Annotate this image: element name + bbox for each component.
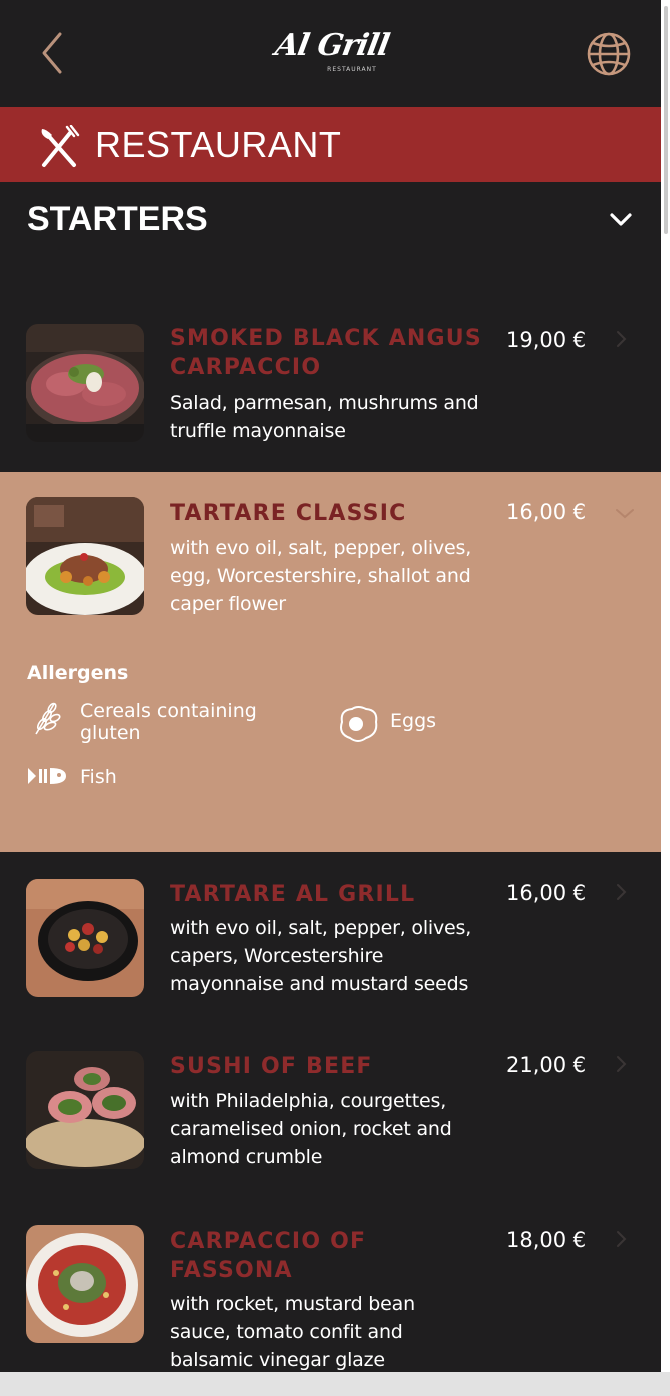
back-button[interactable] bbox=[34, 28, 74, 78]
app-screen: Al Grill RESTAURANT RESTAURANT STARTERS … bbox=[0, 0, 661, 1372]
logo-subtext: RESTAURANT bbox=[327, 66, 377, 73]
allergen-label: Eggs bbox=[390, 710, 437, 732]
item-name: TARTARE CLASSIC bbox=[170, 501, 407, 526]
item-description: with evo oil, salt, pepper, olives, cape… bbox=[170, 917, 472, 995]
allergen-fish: Fish bbox=[26, 764, 166, 812]
item-description: Salad, parmesan, mushrums and truffle ma… bbox=[170, 392, 479, 442]
dish-photo bbox=[26, 879, 144, 997]
chevron-down-icon bbox=[610, 213, 632, 226]
egg-icon bbox=[340, 706, 378, 742]
menu-item[interactable]: TARTARE AL GRILL 16,00 € with evo oil, s… bbox=[0, 852, 661, 1024]
dish-photo bbox=[26, 497, 144, 615]
menu-item[interactable]: SUSHI OF BEEF 21,00 € with Philadelphia,… bbox=[0, 1024, 661, 1198]
item-description: with Philadelphia, courgettes, caramelis… bbox=[170, 1090, 452, 1168]
menu-item[interactable]: CARPACCIO OF FASSONA 18,00 € with rocket… bbox=[0, 1198, 661, 1372]
section-header-starters[interactable]: STARTERS bbox=[0, 182, 661, 262]
menu-item[interactable]: SMOKED BLACK ANGUS CARPACCIO 19,00 € Sal… bbox=[0, 303, 661, 472]
scrollbar[interactable] bbox=[661, 0, 670, 1372]
language-button[interactable] bbox=[586, 31, 632, 77]
globe-icon bbox=[587, 32, 631, 76]
browser-bottom-bar bbox=[0, 1372, 670, 1396]
fish-icon bbox=[28, 768, 66, 784]
item-price: 16,00 € bbox=[506, 500, 587, 524]
chevron-down-icon bbox=[616, 509, 634, 519]
allergen-label: Fish bbox=[80, 766, 117, 788]
allergen-label: Cereals containing gluten bbox=[80, 700, 257, 744]
menu-item-expanded[interactable]: TARTARE CLASSIC 16,00 € with evo oil, sa… bbox=[0, 472, 661, 852]
scrollbar-thumb[interactable] bbox=[664, 6, 668, 234]
item-price: 21,00 € bbox=[506, 1053, 587, 1077]
chevron-left-icon bbox=[42, 32, 62, 74]
top-header: Al Grill RESTAURANT bbox=[0, 0, 661, 107]
dish-photo bbox=[26, 1225, 144, 1343]
item-name: SMOKED BLACK ANGUS CARPACCIO bbox=[170, 326, 482, 380]
logo-text: Al Grill bbox=[272, 28, 392, 63]
item-name: TARTARE AL GRILL bbox=[170, 882, 416, 907]
allergen-gluten: Cereals containing gluten bbox=[30, 700, 290, 748]
category-banner[interactable]: RESTAURANT bbox=[0, 107, 661, 182]
fork-knife-icon bbox=[41, 125, 80, 167]
dish-photo bbox=[26, 1051, 144, 1169]
allergens-title: Allergens bbox=[27, 662, 129, 684]
item-name: CARPACCIO OF FASSONA bbox=[170, 1229, 367, 1283]
item-price: 16,00 € bbox=[506, 881, 587, 905]
wheat-icon bbox=[35, 702, 61, 735]
allergen-eggs: Eggs bbox=[336, 704, 476, 752]
restaurant-logo[interactable]: Al Grill RESTAURANT bbox=[262, 20, 402, 90]
chevron-right-icon bbox=[617, 1231, 627, 1247]
chevron-right-icon bbox=[617, 331, 627, 347]
item-description: with evo oil, salt, pepper, olives, egg,… bbox=[170, 537, 472, 615]
item-name: SUSHI OF BEEF bbox=[170, 1054, 373, 1079]
category-title: RESTAURANT bbox=[95, 124, 342, 165]
dish-photo bbox=[26, 324, 144, 442]
section-title: STARTERS bbox=[27, 200, 208, 238]
item-price: 19,00 € bbox=[506, 328, 587, 352]
chevron-right-icon bbox=[617, 1056, 627, 1072]
item-price: 18,00 € bbox=[506, 1228, 587, 1252]
chevron-right-icon bbox=[617, 884, 627, 900]
item-description: with rocket, mustard bean sauce, tomato … bbox=[170, 1293, 415, 1371]
